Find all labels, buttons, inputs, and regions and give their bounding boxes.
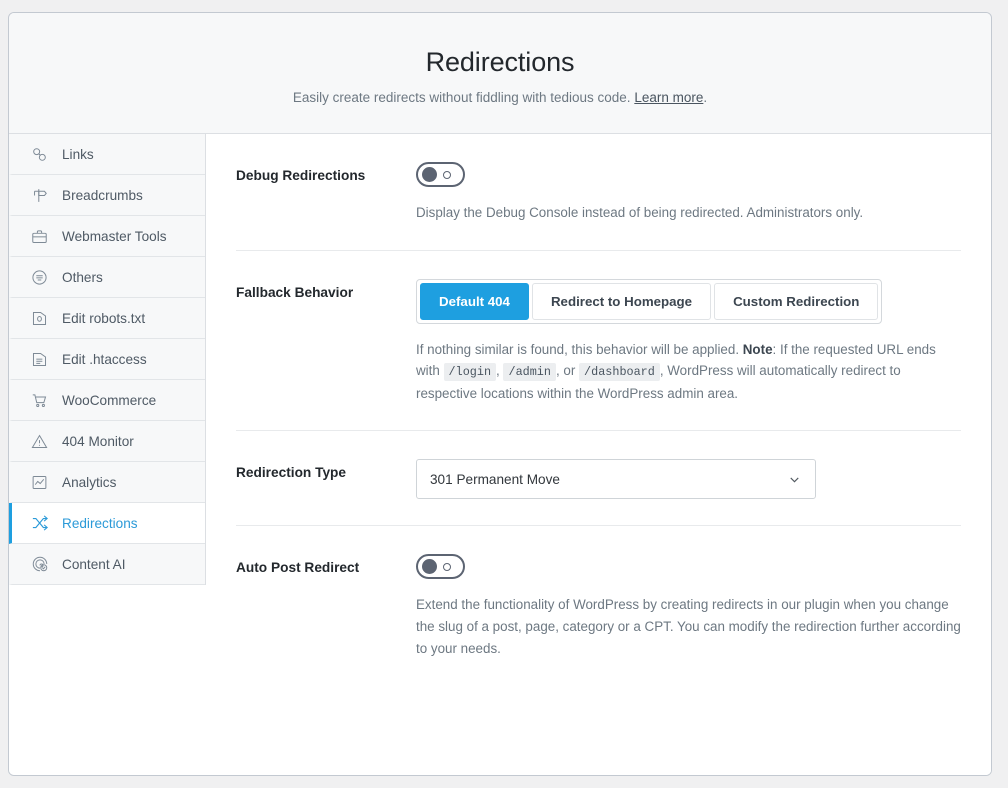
sidebar-item-404-monitor[interactable]: 404 Monitor — [9, 421, 205, 462]
briefcase-icon — [30, 227, 49, 246]
robot-file-icon — [30, 309, 49, 328]
redirection-type-value: 301 Permanent Move — [430, 471, 560, 487]
sidebar-item-redirections[interactable]: Redirections — [9, 503, 205, 544]
signpost-icon — [30, 186, 49, 205]
toggle-ring-icon — [443, 562, 451, 571]
fallback-option-custom-redirection[interactable]: Custom Redirection — [714, 282, 879, 320]
fallback-option-redirect-to-homepage[interactable]: Redirect to Homepage — [531, 282, 712, 320]
auto-post-redirect-toggle[interactable] — [416, 554, 465, 580]
fingerprint-icon — [30, 555, 49, 574]
main-panel: Debug Redirections Display the Debug Con… — [206, 134, 991, 775]
sidebar-item-label: Content AI — [62, 556, 126, 572]
toggle-knob-icon — [422, 167, 437, 182]
subtitle-text: Easily create redirects without fiddling… — [292, 90, 635, 105]
help-note-bold: Note — [742, 341, 773, 357]
debug-redirections-field: Display the Debug Console instead of bei… — [416, 162, 961, 224]
sidebar-item-woocommerce[interactable]: WooCommerce — [9, 380, 205, 421]
code-dashboard: /dashboard — [579, 363, 660, 382]
redirection-type-select[interactable]: 301 Permanent Move — [416, 459, 816, 500]
help-part-4: , or — [555, 363, 580, 379]
fallback-behavior-label: Fallback Behavior — [236, 284, 354, 300]
sidebar-item-analytics[interactable]: Analytics — [9, 462, 205, 503]
document-lines-icon — [30, 350, 49, 369]
debug-redirections-toggle[interactable] — [416, 162, 465, 187]
warning-triangle-icon — [30, 432, 49, 451]
sidebar-item-content-ai[interactable]: Content AI — [9, 544, 205, 585]
sidebar-item-breadcrumbs[interactable]: Breadcrumbs — [9, 175, 205, 216]
debug-redirections-help: Display the Debug Console instead of bei… — [416, 205, 864, 220]
setting-row-fallback-behavior: Fallback Behavior Default 404 Redirect t… — [236, 251, 961, 432]
sidebar-item-edit-robots-txt[interactable]: Edit robots.txt — [9, 298, 205, 339]
sidebar-item-label: Links — [62, 146, 94, 162]
sidebar: Links Breadcrumbs Webmaster Tools Others… — [9, 134, 206, 585]
links-icon — [30, 145, 49, 164]
sidebar-item-label: WooCommerce — [62, 392, 157, 408]
circle-lines-icon — [30, 268, 49, 287]
chevron-down-icon — [787, 472, 802, 487]
subtitle-period: . — [703, 90, 708, 105]
sidebar-item-label: Edit robots.txt — [62, 310, 146, 326]
sidebar-item-webmaster-tools[interactable]: Webmaster Tools — [9, 216, 205, 257]
sidebar-item-label: Analytics — [62, 474, 117, 490]
shuffle-icon — [30, 514, 49, 533]
page-subtitle: Easily create redirects without fiddling… — [293, 90, 707, 105]
sidebar-item-label: Redirections — [62, 515, 138, 531]
sidebar-item-label: Edit .htaccess — [62, 351, 147, 367]
chart-box-icon — [30, 473, 49, 492]
sidebar-item-label: 404 Monitor — [62, 433, 134, 449]
settings-list: Debug Redirections Display the Debug Con… — [206, 134, 991, 775]
shopping-cart-icon — [30, 391, 49, 410]
sidebar-item-label: Webmaster Tools — [62, 228, 167, 244]
content-body: Links Breadcrumbs Webmaster Tools Others… — [9, 134, 991, 775]
redirection-type-label: Redirection Type — [236, 465, 347, 481]
fallback-behavior-field: Default 404 Redirect to Homepage Custom … — [416, 278, 961, 405]
toggle-knob-icon — [422, 559, 437, 575]
redirection-type-field: 301 Permanent Move — [416, 459, 961, 500]
page-header: Redirections Easily create redirects wit… — [9, 13, 991, 134]
fallback-option-default-404[interactable]: Default 404 — [420, 282, 529, 320]
auto-post-redirect-field: Extend the functionality of WordPress by… — [416, 554, 961, 659]
fallback-behavior-help: If nothing similar is found, this behavi… — [416, 339, 961, 405]
sidebar-item-links[interactable]: Links — [9, 134, 205, 175]
debug-redirections-label: Debug Redirections — [236, 168, 366, 183]
help-part-1: If nothing similar is found, this behavi… — [416, 341, 743, 357]
setting-row-auto-post-redirect: Auto Post Redirect Extend the functional… — [236, 526, 961, 685]
sidebar-item-others[interactable]: Others — [9, 257, 205, 298]
page-title: Redirections — [425, 47, 575, 77]
toggle-ring-icon — [443, 170, 451, 179]
setting-row-debug-redirections: Debug Redirections Display the Debug Con… — [236, 134, 961, 251]
sidebar-item-edit-htaccess[interactable]: Edit .htaccess — [9, 339, 205, 380]
code-login: /login — [443, 363, 497, 382]
sidebar-item-label: Others — [62, 269, 103, 285]
fallback-behavior-options: Default 404 Redirect to Homepage Custom … — [416, 278, 883, 324]
code-admin: /admin — [503, 363, 556, 382]
learn-more-link[interactable]: Learn more — [634, 90, 703, 105]
form-footer: Reset Options Save Changes — [9, 775, 991, 776]
setting-row-redirection-type: Redirection Type 301 Permanent Move — [236, 431, 961, 527]
sidebar-item-label: Breadcrumbs — [62, 187, 143, 203]
settings-card: Redirections Easily create redirects wit… — [8, 12, 992, 776]
auto-post-redirect-help: Extend the functionality of WordPress by… — [416, 597, 961, 656]
auto-post-redirect-label: Auto Post Redirect — [236, 560, 360, 576]
